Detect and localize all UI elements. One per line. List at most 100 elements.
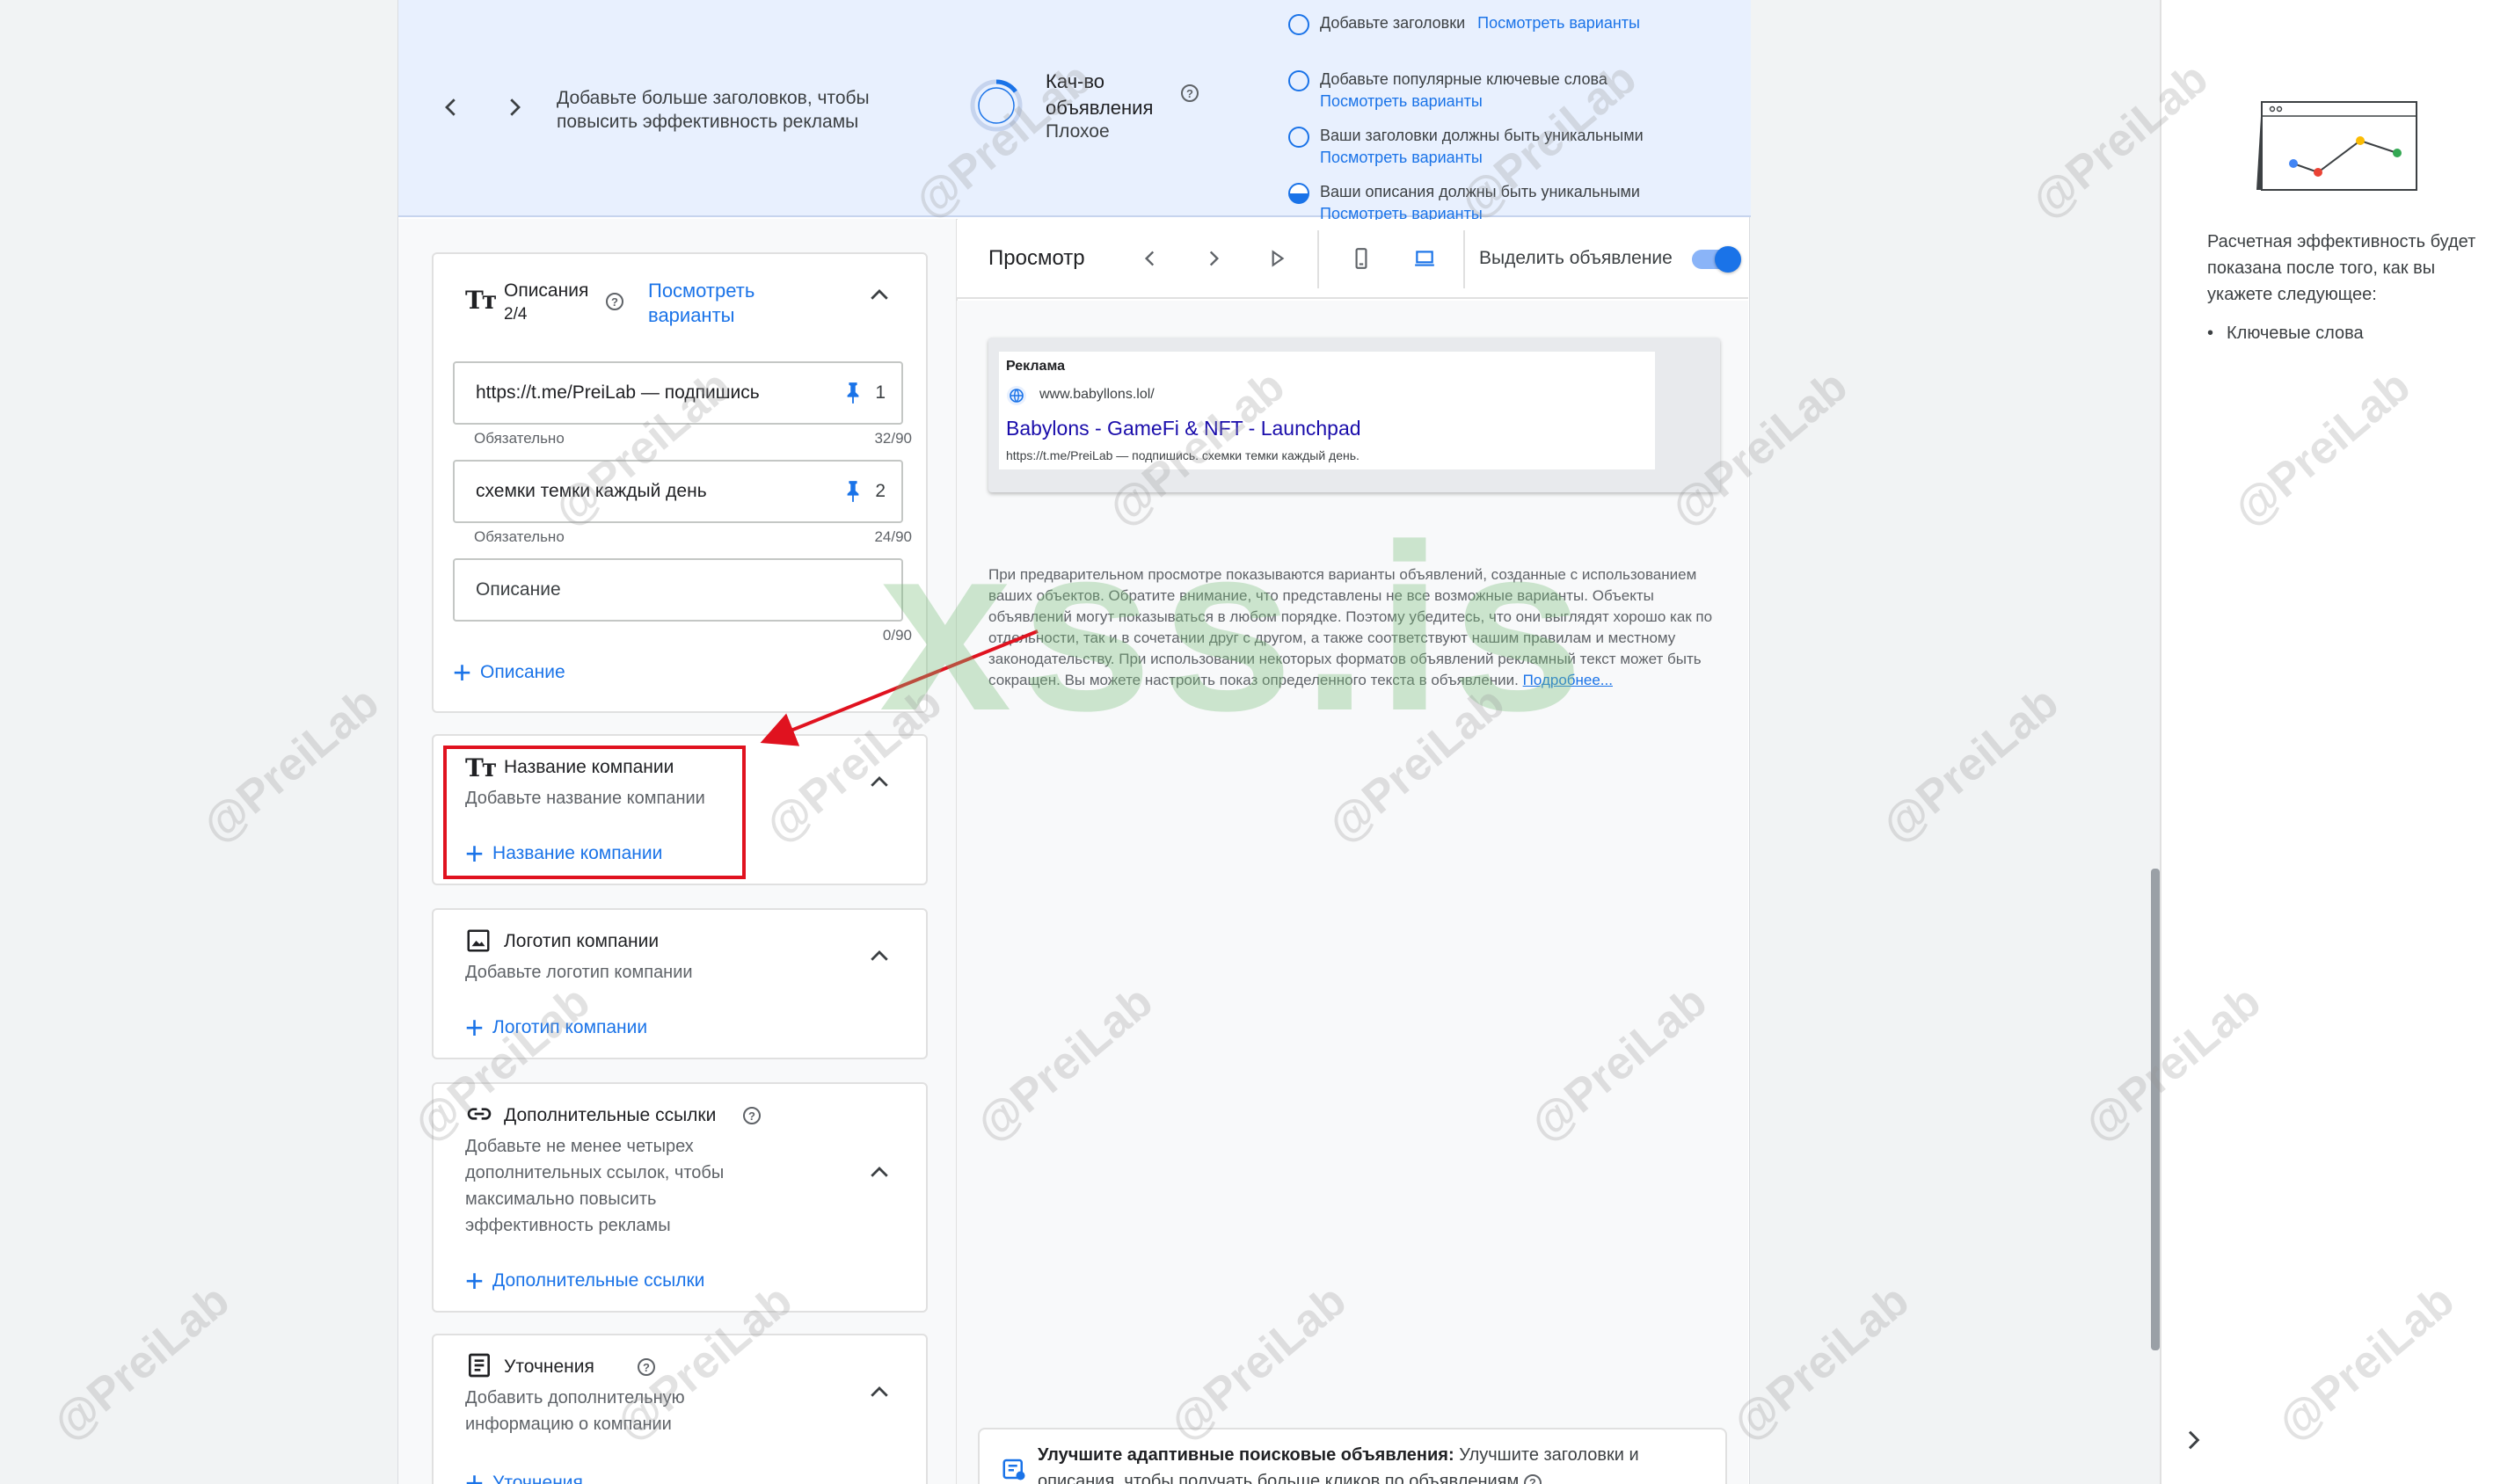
callouts-title: Уточнения (504, 1357, 594, 1377)
ad-strength-checklist: Добавьте заголовки Посмотреть варианты До… (1285, 12, 1742, 237)
company-logo-subtitle: Добавьте логотип компании (465, 963, 693, 982)
status-half-circle-icon (1288, 183, 1309, 204)
performance-hint: Расчетная эффективность будет показана п… (2207, 232, 2476, 304)
sitelinks-title: Дополнительные ссылки (504, 1105, 717, 1125)
ad-strength-ring (970, 79, 1023, 132)
plus-icon: + (453, 654, 472, 690)
plus-icon: + (465, 1262, 485, 1298)
ad-domain: www.babyllons.lol/ (1039, 387, 1155, 402)
required-hint: Обязательно (474, 528, 565, 545)
company-logo-card: Логотип компании Добавьте логотип компан… (432, 908, 928, 1059)
char-counter: 24/90 (874, 528, 912, 545)
performance-panel: Расчетная эффективность будет показана п… (2160, 0, 2515, 1484)
char-counter: 0/90 (882, 627, 912, 644)
chevron-right-icon[interactable] (2179, 1426, 2207, 1454)
help-icon[interactable]: ? (1181, 84, 1199, 102)
toggle-knob (1715, 246, 1741, 273)
pin-icon[interactable] (843, 381, 863, 405)
status-circle-icon (1288, 14, 1309, 35)
scrollbar[interactable] (2151, 869, 2160, 1350)
ad-preview-card: Реклама www.babyllons.lol/ Babylons - Ga… (999, 352, 1655, 469)
chevron-left-icon (1144, 251, 1155, 266)
preview-toolbar: Просмотр Выделить объявление (957, 220, 1748, 299)
add-sitelinks-label: Дополнительные ссылки (492, 1270, 705, 1291)
chevron-left-icon (445, 98, 456, 116)
checklist-item: Ваши заголовки должны быть уникальными П… (1285, 125, 1742, 181)
add-description-button[interactable]: + Описание (453, 654, 565, 690)
add-callouts-button[interactable]: + Уточнения (465, 1465, 583, 1484)
view-options-link[interactable]: Посмотреть варианты (648, 279, 780, 328)
preview-prev-button[interactable] (1133, 241, 1168, 276)
preview-play-button[interactable] (1259, 241, 1294, 276)
descriptions-count: 2/4 (504, 305, 528, 324)
ad-strength-value: Плохое (1046, 121, 1110, 142)
text-format-icon: Tт (465, 286, 497, 315)
checklist-item-text: Добавьте популярные ключевые слова (1320, 70, 1607, 88)
checklist-item: Добавьте заголовки Посмотреть варианты (1285, 12, 1742, 69)
description-field-1[interactable]: https://t.me/PreiLab — подпишись 1 (453, 361, 903, 425)
toolbar-divider (1317, 230, 1319, 288)
char-counter: 32/90 (874, 430, 912, 447)
ad-headline[interactable]: Babylons - GameFi & NFT - Launchpad (1006, 417, 1361, 440)
chevron-up-icon[interactable] (866, 769, 893, 796)
tips-icon (1002, 1459, 1025, 1480)
mobile-view-button[interactable] (1344, 241, 1379, 276)
bullet-icon: • (2207, 324, 2214, 343)
add-sitelinks-button[interactable]: + Дополнительные ссылки (465, 1262, 705, 1298)
learn-more-link[interactable]: Подробнее... (1523, 672, 1613, 688)
add-description-label: Описание (480, 662, 565, 682)
help-icon[interactable]: ? (606, 293, 623, 310)
handle-watermark: @PreiLab (193, 677, 389, 853)
help-icon[interactable]: ? (743, 1107, 761, 1124)
preview-next-button[interactable] (1196, 241, 1231, 276)
view-options-link[interactable]: Посмотреть варианты (1320, 147, 1742, 169)
prev-tip-button[interactable] (434, 90, 469, 125)
description-field-3[interactable]: Описание (453, 558, 903, 622)
laptop-icon (1415, 251, 1434, 266)
annotation-highlight-box (443, 746, 746, 879)
chevron-up-icon[interactable] (866, 1379, 893, 1406)
add-company-logo-label: Логотип компании (492, 1017, 648, 1037)
link-icon (467, 1108, 492, 1120)
help-icon[interactable]: ? (1523, 1474, 1542, 1484)
checklist-item-text: Добавьте заголовки (1320, 14, 1466, 32)
sitelinks-card: Дополнительные ссылки ? Добавьте не мене… (432, 1082, 928, 1313)
toolbar-divider (1463, 230, 1465, 288)
status-circle-icon (1288, 127, 1309, 148)
chevron-up-icon[interactable] (866, 1160, 893, 1186)
pin-icon[interactable] (843, 479, 863, 504)
handle-watermark: @PreiLab (1723, 1275, 1919, 1451)
next-tip-button[interactable] (497, 90, 532, 125)
plus-icon: + (465, 1465, 485, 1484)
chevron-up-icon[interactable] (866, 282, 893, 309)
requirement-item: Ключевые слова (2227, 324, 2364, 343)
description-field-2[interactable]: схемки темки каждый день 2 (453, 460, 903, 523)
desktop-view-button[interactable] (1407, 241, 1442, 276)
highlight-ad-toggle[interactable] (1692, 246, 1741, 273)
chevron-right-icon (510, 98, 521, 116)
preview-disclaimer: При предварительном просмотре показывают… (988, 564, 1727, 691)
banner-message: Добавьте больше заголовков, чтобы повыси… (557, 88, 870, 132)
preview-disclaimer-text: При предварительном просмотре показывают… (988, 566, 1713, 688)
requirements-list: • Ключевые слова (2207, 324, 2364, 344)
view-options-link[interactable]: Посмотреть варианты (1320, 91, 1742, 113)
help-icon[interactable]: ? (638, 1358, 655, 1376)
tip-heading: Улучшите адаптивные поисковые объявления… (1038, 1445, 1454, 1465)
add-company-logo-button[interactable]: + Логотип компании (465, 1012, 648, 1044)
descriptions-title: Описания (504, 280, 589, 301)
pin-position: 1 (875, 382, 886, 403)
handle-watermark: @PreiLab (43, 1275, 239, 1451)
description-placeholder[interactable]: Описание (476, 579, 561, 600)
ad-description: https://t.me/PreiLab — подпишись. схемки… (1006, 448, 1360, 462)
sitelinks-subtitle: Добавьте не менее четырех дополнительных… (465, 1137, 725, 1235)
document-icon (469, 1353, 490, 1378)
chevron-up-icon[interactable] (866, 943, 893, 970)
description-field-value[interactable]: https://t.me/PreiLab — подпишись (476, 382, 760, 404)
required-hint: Обязательно (474, 430, 565, 447)
company-logo-title: Логотип компании (504, 931, 660, 951)
description-field-value[interactable]: схемки темки каждый день (476, 481, 707, 502)
improvement-tip-text: Улучшите адаптивные поисковые объявления… (1038, 1442, 1706, 1484)
preview-panel: Реклама www.babyllons.lol/ Babylons - Ga… (957, 301, 1748, 1484)
performance-chart-illustration (2256, 101, 2417, 191)
view-options-link[interactable]: Посмотреть варианты (1477, 14, 1640, 32)
